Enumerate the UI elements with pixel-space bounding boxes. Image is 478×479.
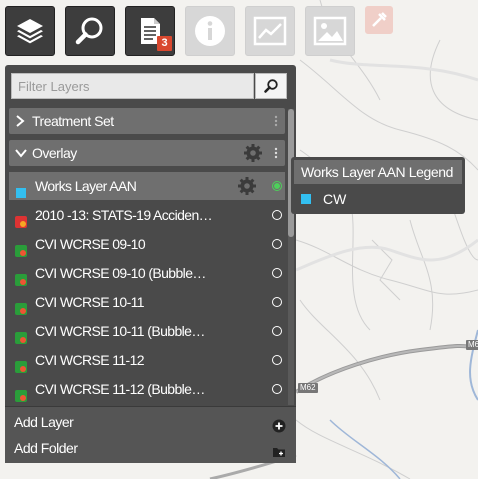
layer-active-radio[interactable] (272, 297, 282, 307)
layer-row-cvi-wcrse-10-11-bubble[interactable]: CVI WCRSE 10-11 (Bubble… (9, 317, 285, 345)
layer-list-scrollbar[interactable] (288, 109, 294, 405)
chevron-right-icon[interactable] (15, 108, 29, 134)
documents-button[interactable]: 3 (125, 6, 175, 56)
layer-active-radio[interactable] (272, 326, 282, 336)
layer-row-cvi-wcrse-10-11[interactable]: CVI WCRSE 10-11 (9, 288, 285, 316)
info-icon (195, 16, 225, 46)
map-road-label-m6: M6 (466, 340, 478, 350)
folder-label: Treatment Set (32, 113, 114, 129)
layer-row-cvi-wcrse-09-10-bubble[interactable]: CVI WCRSE 09-10 (Bubble… (9, 259, 285, 287)
image-button[interactable] (305, 6, 355, 56)
layer-row-works-layer-aan[interactable]: Works Layer AAN (9, 172, 285, 200)
legend-title: Works Layer AAN Legend (294, 160, 462, 184)
image-icon (313, 16, 347, 46)
add-layer-button[interactable]: Add Layer (14, 409, 286, 435)
add-folder-button[interactable]: Add Folder (14, 435, 286, 461)
filter-layers-input[interactable] (11, 73, 254, 99)
layer-row-stats19[interactable]: 2010 -13: STATS-19 Acciden… (9, 201, 285, 229)
layer-active-radio[interactable] (272, 268, 282, 278)
layer-label: CVI WCRSE 11-12 (Bubble… (35, 381, 205, 397)
search-icon (264, 79, 278, 93)
add-folder-label: Add Folder (14, 440, 78, 456)
folder-treatment-set[interactable]: Treatment Set (9, 108, 285, 134)
layer-label: CVI WCRSE 09-10 (Bubble… (35, 265, 206, 281)
filter-row (11, 73, 289, 99)
document-count-badge: 3 (157, 36, 172, 51)
layer-active-radio[interactable] (272, 355, 282, 365)
map-road-label-m62: M62 (298, 383, 318, 393)
cyan-square-icon (15, 180, 27, 198)
layer-legend-popup: Works Layer AAN Legend CW (291, 157, 465, 214)
info-button[interactable] (185, 6, 235, 56)
layers-panel: Treatment Set Overlay Works Layer AAN (5, 65, 296, 463)
folder-label: Overlay (32, 145, 77, 161)
layers-icon (17, 19, 43, 44)
legend-item-label: CW (323, 191, 347, 207)
layer-label: 2010 -13: STATS-19 Acciden… (35, 207, 213, 223)
red-point-icon (15, 209, 27, 228)
legend-swatch (301, 194, 311, 204)
folder-icon (272, 441, 286, 457)
add-layer-label: Add Layer (14, 414, 74, 430)
layer-row-cvi-wcrse-11-12[interactable]: CVI WCRSE 11-12 (9, 346, 285, 374)
search-icon (75, 17, 103, 45)
green-point-icon (15, 354, 27, 373)
layer-label: Works Layer AAN (35, 178, 137, 194)
green-point-icon (15, 238, 27, 257)
tool-button[interactable] (365, 6, 393, 34)
layer-label: CVI WCRSE 11-12 (35, 352, 145, 368)
layer-label: CVI WCRSE 10-11 (35, 294, 145, 310)
green-point-icon (15, 383, 27, 402)
layer-label: CVI WCRSE 09-10 (35, 236, 146, 252)
layers-panel-footer: Add Layer Add Folder (5, 406, 296, 463)
green-point-icon (15, 325, 27, 344)
chart-button[interactable] (245, 6, 295, 56)
layer-active-radio[interactable] (272, 384, 282, 394)
layers-button[interactable] (5, 6, 55, 56)
more-vertical-icon[interactable] (271, 108, 281, 134)
folder-overlay[interactable]: Overlay (9, 140, 285, 166)
green-point-icon (15, 267, 27, 286)
layer-label: CVI WCRSE 10-11 (Bubble… (35, 323, 205, 339)
layer-active-radio[interactable] (272, 239, 282, 249)
green-point-icon (15, 296, 27, 315)
layer-active-radio[interactable] (272, 181, 282, 191)
gear-icon[interactable] (237, 176, 257, 196)
tool-icon (372, 12, 387, 27)
chart-icon (253, 16, 287, 46)
layer-active-radio[interactable] (272, 210, 282, 220)
add-circle-icon (272, 415, 286, 433)
layer-row-cvi-wcrse-09-10[interactable]: CVI WCRSE 09-10 (9, 230, 285, 258)
chevron-down-icon[interactable] (15, 140, 29, 166)
gear-icon[interactable] (243, 143, 263, 163)
search-button[interactable] (65, 6, 115, 56)
layer-row-cvi-wcrse-11-12-bubble[interactable]: CVI WCRSE 11-12 (Bubble… (9, 375, 285, 403)
filter-search-button[interactable] (255, 73, 287, 99)
more-vertical-icon[interactable] (271, 140, 281, 166)
